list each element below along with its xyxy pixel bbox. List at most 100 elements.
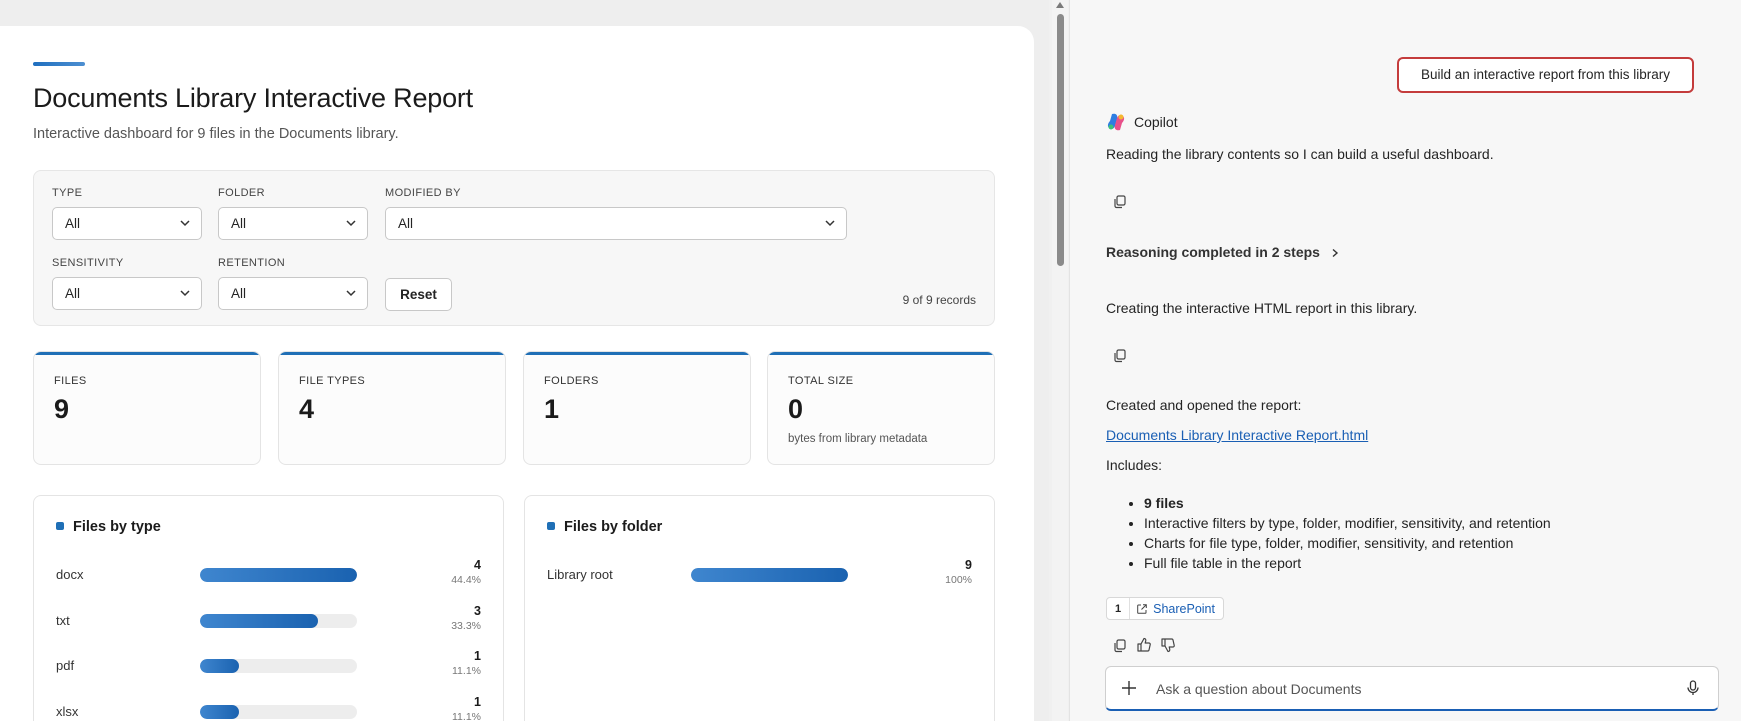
assistant-message-reading: Reading the library contents so I can bu… (1106, 146, 1494, 162)
folder-select-value: All (231, 216, 247, 231)
reasoning-toggle[interactable]: Reasoning completed in 2 steps (1106, 244, 1340, 260)
report-file-link[interactable]: Documents Library Interactive Report.htm… (1106, 427, 1368, 443)
chart-title: Files by type (56, 519, 161, 535)
chart-title: Files by folder (547, 519, 662, 535)
bar-category: Library root (547, 567, 613, 582)
kpi-label: FILE TYPES (299, 375, 366, 387)
bar-percent: 11.1% (452, 711, 481, 721)
bar-fill (200, 705, 240, 719)
kpi-value: 1 (544, 394, 560, 424)
bar-track (200, 614, 357, 628)
plus-icon[interactable] (1120, 679, 1138, 697)
type-select[interactable]: All (52, 207, 202, 240)
kpi-label: TOTAL SIZE (788, 375, 854, 387)
bar-fill (200, 614, 318, 628)
filter-type-label: TYPE (52, 187, 83, 199)
chart-files-by-type: Files by type docx 4 44.4% txt 3 33.3% p… (33, 495, 504, 721)
copy-icon[interactable] (1110, 191, 1130, 211)
title-accent-line (33, 62, 85, 66)
bar-row: docx 4 44.4% (56, 556, 481, 592)
reset-button[interactable]: Reset (385, 278, 452, 311)
kpi-label: FILES (54, 375, 87, 387)
retention-select[interactable]: All (218, 277, 368, 310)
includes-label: Includes: (1106, 457, 1163, 473)
kpi-card-files: FILES 9 (33, 351, 261, 465)
bar-percent: 11.1% (452, 665, 481, 677)
kpi-value: 0 (788, 394, 804, 424)
modified-by-select-value: All (398, 216, 414, 231)
report-scrollbar[interactable] (1052, 0, 1068, 721)
bar-row: xlsx 1 11.1% (56, 693, 481, 721)
list-item: Charts for file type, folder, modifier, … (1144, 535, 1551, 551)
bar-category: pdf (56, 658, 75, 673)
kpi-value: 4 (299, 394, 315, 424)
chevron-down-icon (346, 220, 356, 227)
bar-track (200, 659, 357, 673)
bar-fill (200, 659, 240, 673)
bar-value: 4 (474, 558, 481, 572)
bar-value: 3 (474, 604, 481, 618)
kpi-note: bytes from library metadata (788, 433, 928, 445)
includes-list: 9 files Interactive filters by type, fol… (1144, 495, 1551, 575)
report-frame: Documents Library Interactive Report Int… (0, 0, 1049, 721)
thumbs-up-icon[interactable] (1134, 635, 1154, 655)
filter-modified-by-label: MODIFIED BY (385, 187, 461, 199)
citation-number: 1 (1107, 598, 1131, 619)
list-item: 9 files (1144, 495, 1551, 511)
chat-composer (1105, 666, 1719, 711)
scrollbar-thumb[interactable] (1057, 14, 1064, 266)
copy-icon[interactable] (1110, 345, 1130, 365)
filter-sensitivity: SENSITIVITY All (52, 257, 202, 310)
bar-row: Library root 9 100% (547, 556, 972, 592)
page-subtitle: Interactive dashboard for 9 files in the… (33, 126, 399, 142)
bar-row: pdf 1 11.1% (56, 647, 481, 683)
chart-title-text: Files by folder (564, 519, 663, 535)
bar-value: 9 (965, 558, 972, 572)
bar-fill (691, 568, 848, 582)
kpi-value: 9 (54, 394, 70, 424)
retention-select-value: All (231, 286, 247, 301)
folder-select[interactable]: All (218, 207, 368, 240)
chevron-down-icon (180, 290, 190, 297)
bar-category: docx (56, 567, 84, 582)
filter-retention: RETENTION All (218, 257, 368, 310)
chevron-down-icon (180, 220, 190, 227)
open-external-icon (1137, 603, 1147, 614)
filter-retention-label: RETENTION (218, 257, 286, 269)
bar-category: txt (56, 613, 70, 628)
bar-percent: 33.3% (451, 620, 481, 632)
chart-title-text: Files by type (73, 519, 161, 535)
filter-panel: TYPE All FOLDER All MODIFIED BY All SENS… (33, 170, 995, 326)
bar-percent: 100% (945, 574, 972, 586)
scroll-up-arrow-icon[interactable] (1056, 2, 1064, 8)
microphone-icon[interactable] (1684, 679, 1702, 697)
bar-category: xlsx (56, 704, 79, 719)
legend-dot (56, 522, 64, 530)
bar-fill (200, 568, 357, 582)
sensitivity-select[interactable]: All (52, 277, 202, 310)
bar-value: 1 (474, 649, 481, 663)
citation-source: SharePoint (1130, 602, 1223, 616)
chart-files-by-folder: Files by folder Library root 9 100% (524, 495, 995, 721)
citation-chip[interactable]: 1 SharePoint (1106, 597, 1224, 620)
kpi-label: FOLDERS (544, 375, 599, 387)
copy-icon[interactable] (1110, 635, 1130, 655)
modified-by-select[interactable]: All (385, 207, 847, 240)
type-select-value: All (65, 216, 81, 231)
assistant-name: Copilot (1134, 114, 1178, 130)
chat-input[interactable] (1156, 678, 1656, 700)
filter-folder: FOLDER All (218, 187, 368, 240)
citation-source-label: SharePoint (1153, 601, 1215, 616)
thumbs-down-icon[interactable] (1158, 635, 1178, 655)
filter-folder-label: FOLDER (218, 187, 266, 199)
filter-modified-by: MODIFIED BY All (385, 187, 847, 240)
chevron-down-icon (346, 290, 356, 297)
list-item: Interactive filters by type, folder, mod… (1144, 515, 1551, 531)
page-title: Documents Library Interactive Report (33, 83, 473, 113)
bar-track (691, 568, 848, 582)
bar-row: txt 3 33.3% (56, 602, 481, 638)
chevron-right-icon (1332, 249, 1338, 258)
filter-sensitivity-label: SENSITIVITY (52, 257, 124, 269)
user-message: Build an interactive report from this li… (1397, 57, 1694, 93)
kpi-card-total-size: TOTAL SIZE 0 bytes from library metadata (767, 351, 995, 465)
